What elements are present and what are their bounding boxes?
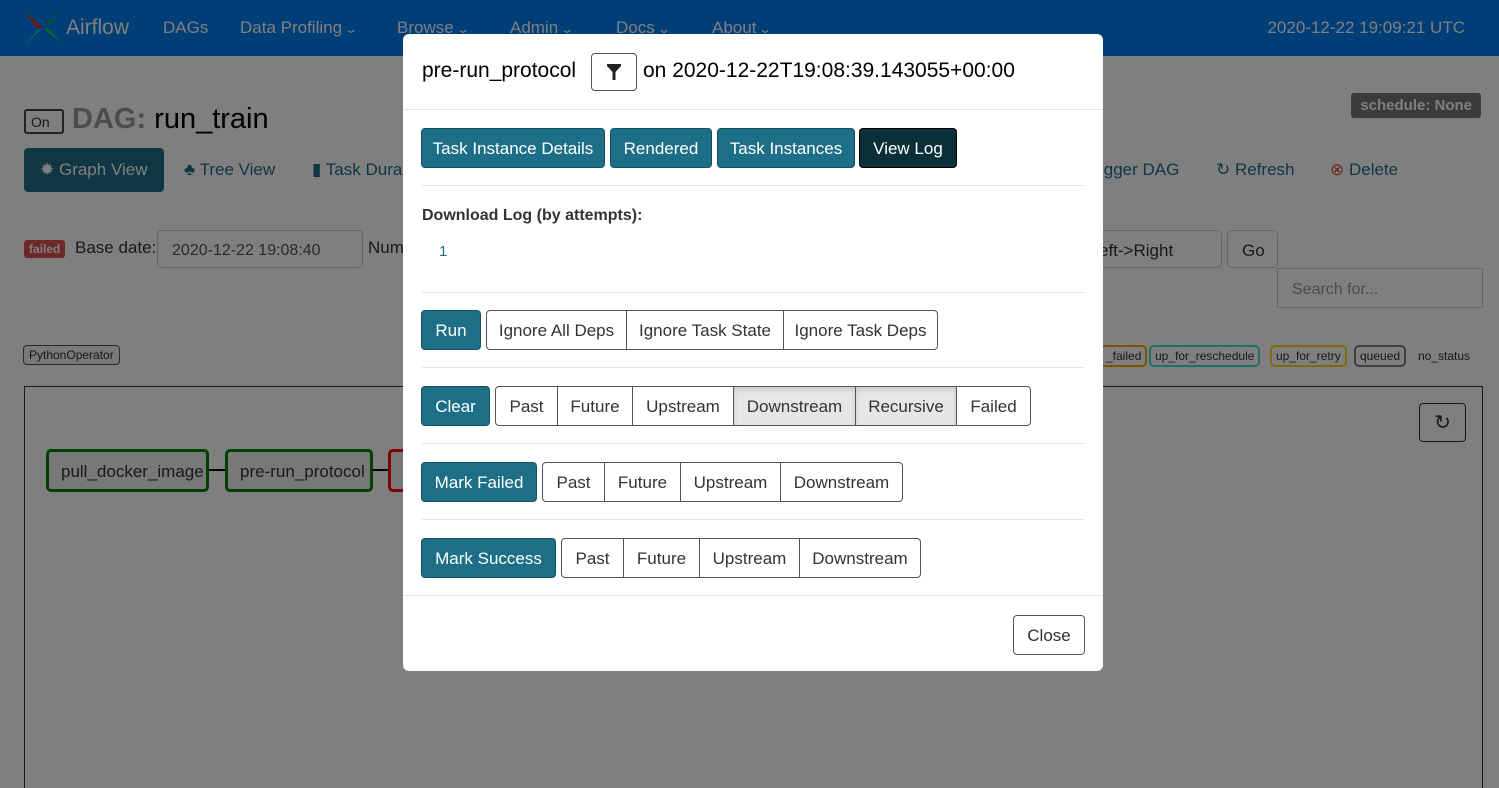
clear-future-button[interactable]: Future: [557, 386, 633, 426]
clear-recursive-button[interactable]: Recursive: [855, 386, 957, 426]
modal-header: pre-run_protocol on 2020-12-22T19:08:39.…: [403, 34, 1103, 110]
divider: [422, 519, 1084, 520]
mark-success-future-button[interactable]: Future: [623, 538, 700, 578]
clear-failed-button[interactable]: Failed: [956, 386, 1031, 426]
clear-past-button[interactable]: Past: [495, 386, 558, 426]
filter-upstream-button[interactable]: [591, 53, 637, 91]
mark-success-past-button[interactable]: Past: [561, 538, 624, 578]
clear-upstream-button[interactable]: Upstream: [632, 386, 734, 426]
modal-execution-date: on 2020-12-22T19:08:39.143055+00:00: [643, 59, 1015, 82]
mark-success-upstream-button[interactable]: Upstream: [699, 538, 800, 578]
ignore-task-deps-button[interactable]: Ignore Task Deps: [783, 310, 938, 350]
tab-task-instances[interactable]: Task Instances: [717, 128, 855, 168]
ignore-task-state-button[interactable]: Ignore Task State: [626, 310, 784, 350]
mark-failed-upstream-button[interactable]: Upstream: [680, 462, 781, 502]
mark-failed-button[interactable]: Mark Failed: [421, 462, 537, 502]
modal-task-id: pre-run_protocol: [422, 59, 577, 82]
divider: [422, 292, 1084, 293]
clear-downstream-button[interactable]: Downstream: [733, 386, 856, 426]
mark-failed-future-button[interactable]: Future: [604, 462, 681, 502]
log-attempt-link[interactable]: 1: [439, 243, 447, 260]
run-button[interactable]: Run: [421, 310, 481, 350]
mark-failed-downstream-button[interactable]: Downstream: [780, 462, 903, 502]
divider: [422, 367, 1084, 368]
close-button[interactable]: Close: [1013, 615, 1085, 655]
tab-rendered[interactable]: Rendered: [610, 128, 712, 168]
task-instance-modal: pre-run_protocol on 2020-12-22T19:08:39.…: [403, 34, 1103, 671]
divider: [422, 185, 1084, 186]
download-log-label: Download Log (by attempts):: [422, 207, 643, 224]
mark-failed-past-button[interactable]: Past: [542, 462, 605, 502]
mark-success-button[interactable]: Mark Success: [421, 538, 556, 578]
filter-icon: [607, 64, 621, 80]
mark-success-downstream-button[interactable]: Downstream: [799, 538, 921, 578]
modal-footer: Close: [403, 595, 1103, 671]
tab-view-log[interactable]: View Log: [859, 128, 957, 168]
clear-button[interactable]: Clear: [421, 386, 490, 426]
divider: [422, 443, 1084, 444]
ignore-all-deps-button[interactable]: Ignore All Deps: [486, 310, 627, 350]
tab-task-instance-details[interactable]: Task Instance Details: [421, 128, 605, 168]
